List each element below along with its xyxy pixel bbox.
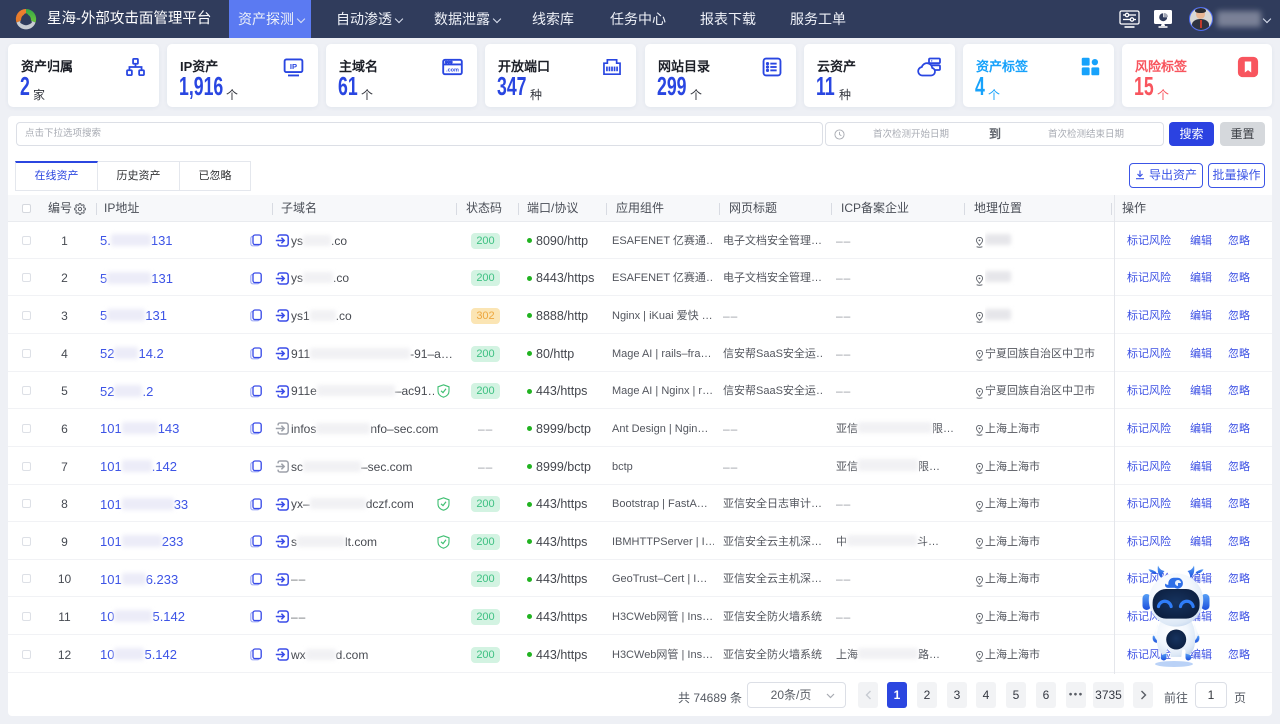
svg-text:.com: .com bbox=[446, 68, 459, 74]
svg-text:IP: IP bbox=[290, 62, 297, 71]
